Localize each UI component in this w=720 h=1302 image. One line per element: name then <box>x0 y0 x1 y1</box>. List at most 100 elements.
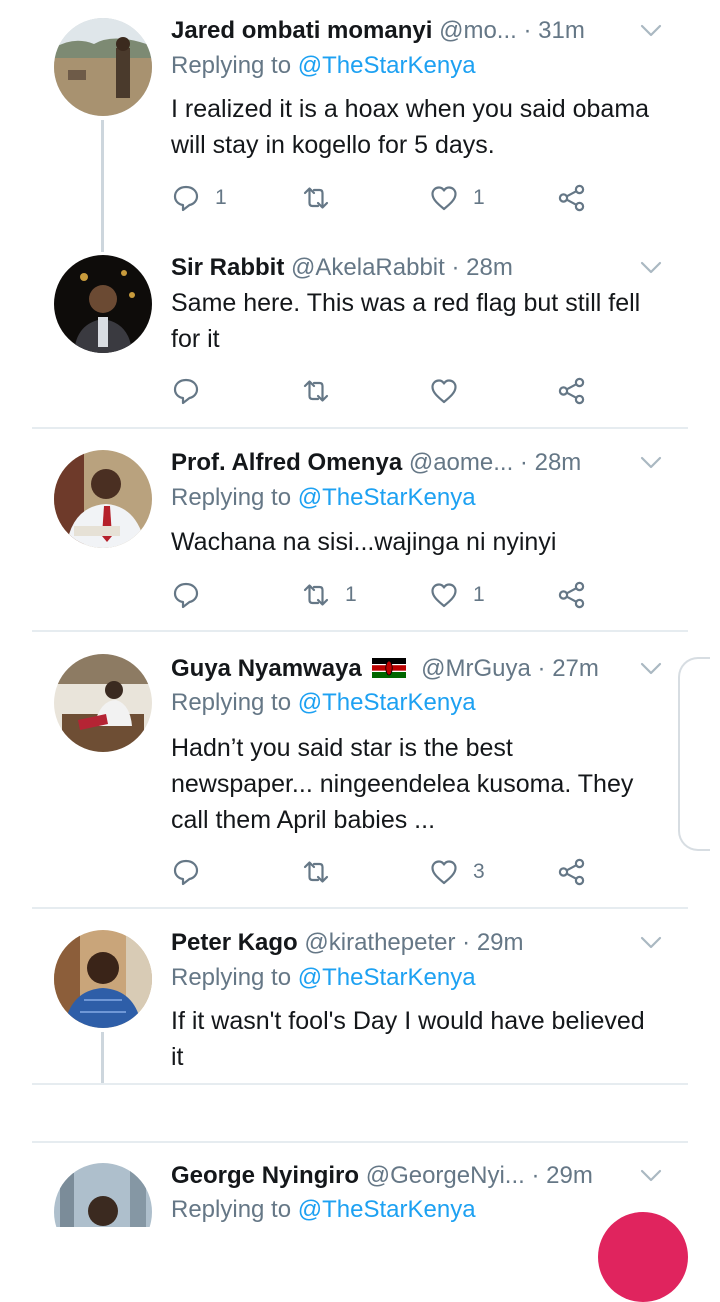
chevron-down-icon[interactable] <box>640 24 662 38</box>
username[interactable]: @MrGuya <box>421 655 531 682</box>
display-name[interactable]: George Nyingiro <box>171 1162 359 1189</box>
chevron-down-icon[interactable] <box>640 261 662 275</box>
tweet-header: George Nyingiro @GeorgeNyi... · 29m <box>171 1159 593 1193</box>
like-icon <box>429 580 459 610</box>
like-button[interactable]: 1 <box>429 578 485 612</box>
avatar[interactable] <box>54 18 152 116</box>
username[interactable]: @AkelaRabbit <box>291 254 445 281</box>
tweet-actions: 1 1 <box>171 578 611 612</box>
separator-dot: · <box>451 254 467 281</box>
tweet[interactable]: Peter Kago @kirathepeter · 29m Replying … <box>0 926 720 1076</box>
reply-icon <box>171 183 201 213</box>
timestamp[interactable]: 29m <box>477 929 524 956</box>
tweet-header: Peter Kago @kirathepeter · 29m <box>171 926 524 960</box>
replying-to: Replying to @TheStarKenya <box>171 689 476 717</box>
username[interactable]: @kirathepeter <box>304 929 455 956</box>
replying-to: Replying to @TheStarKenya <box>171 1196 476 1224</box>
chevron-down-icon[interactable] <box>640 456 662 470</box>
display-name[interactable]: Prof. Alfred Omenya <box>171 449 402 476</box>
timestamp[interactable]: 29m <box>546 1162 593 1189</box>
replying-to-mention[interactable]: @TheStarKenya <box>298 1196 476 1223</box>
display-name[interactable]: Sir Rabbit <box>171 254 284 281</box>
share-button[interactable] <box>557 374 587 408</box>
replying-to-mention[interactable]: @TheStarKenya <box>298 484 476 511</box>
reply-button[interactable] <box>171 578 215 612</box>
tweet[interactable]: Guya Nyamwaya @MrGuya · 27m Replying to … <box>0 652 720 892</box>
timestamp[interactable]: 28m <box>466 254 513 281</box>
display-name[interactable]: Jared ombati momanyi <box>171 17 432 44</box>
retweet-icon <box>301 857 331 887</box>
reply-icon <box>171 580 201 610</box>
tweet-actions: 3 <box>171 855 611 889</box>
tweet-header: Jared ombati momanyi @mo... · 31m <box>171 14 585 48</box>
tweet-actions <box>171 374 611 408</box>
retweet-button[interactable] <box>301 374 345 408</box>
like-count: 1 <box>473 583 485 606</box>
replying-to-mention[interactable]: @TheStarKenya <box>298 52 476 79</box>
retweet-count: 1 <box>345 583 357 606</box>
retweet-button[interactable] <box>301 855 345 889</box>
divider <box>32 1083 688 1085</box>
separator-dot: · <box>519 449 535 476</box>
scrollbar[interactable] <box>678 657 710 851</box>
share-icon <box>557 580 587 610</box>
share-button[interactable] <box>557 181 587 215</box>
share-icon <box>557 376 587 406</box>
compose-tweet-button[interactable] <box>598 1212 688 1302</box>
tweet-text: If it wasn't fool's Day I would have bel… <box>171 1007 645 1071</box>
replying-to-mention[interactable]: @TheStarKenya <box>298 964 476 991</box>
tweet[interactable]: George Nyingiro @GeorgeNyi... · 29m Repl… <box>0 1159 720 1227</box>
replying-to-mention[interactable]: @TheStarKenya <box>298 689 476 716</box>
like-button[interactable]: 3 <box>429 855 485 889</box>
reply-button[interactable] <box>171 855 215 889</box>
separator-dot: · <box>531 1162 547 1189</box>
avatar[interactable] <box>54 450 152 548</box>
timestamp[interactable]: 31m <box>538 17 585 44</box>
timestamp[interactable]: 27m <box>552 655 599 682</box>
like-button[interactable] <box>429 374 473 408</box>
retweet-button[interactable] <box>301 181 345 215</box>
share-button[interactable] <box>557 578 587 612</box>
reply-count: 1 <box>215 186 227 209</box>
retweet-icon <box>301 376 331 406</box>
chevron-down-icon[interactable] <box>640 936 662 950</box>
username[interactable]: @mo... <box>439 17 517 44</box>
timestamp[interactable]: 28m <box>535 449 582 476</box>
avatar[interactable] <box>54 930 152 1028</box>
chevron-down-icon[interactable] <box>640 662 662 676</box>
reply-button[interactable]: 1 <box>171 181 227 215</box>
avatar[interactable] <box>54 255 152 353</box>
tweet-header: Guya Nyamwaya @MrGuya · 27m <box>171 652 599 686</box>
avatar[interactable] <box>54 1163 152 1227</box>
replying-to-label: Replying to <box>171 689 298 716</box>
username[interactable]: @aome... <box>409 449 513 476</box>
like-count: 3 <box>473 860 485 883</box>
reply-icon <box>171 376 201 406</box>
chevron-down-icon[interactable] <box>640 1169 662 1183</box>
divider <box>32 427 688 429</box>
tweet-actions: 1 1 <box>171 181 611 215</box>
replying-to: Replying to @TheStarKenya <box>171 964 476 992</box>
replying-to: Replying to @TheStarKenya <box>171 52 476 80</box>
tweet-text: Same here. This was a red flag but still… <box>171 289 641 353</box>
tweet-text: I realized it is a hoax when you said ob… <box>171 95 650 159</box>
divider <box>32 630 688 632</box>
avatar[interactable] <box>54 654 152 752</box>
display-name[interactable]: Guya Nyamwaya <box>171 655 362 682</box>
retweet-icon <box>301 183 331 213</box>
username[interactable]: @GeorgeNyi... <box>366 1162 525 1189</box>
like-icon <box>429 857 459 887</box>
reply-button[interactable] <box>171 374 215 408</box>
share-button[interactable] <box>557 855 587 889</box>
like-button[interactable]: 1 <box>429 181 485 215</box>
retweet-button[interactable]: 1 <box>301 578 357 612</box>
kenya-flag-icon <box>372 658 407 678</box>
tweet[interactable]: Jared ombati momanyi @mo... · 31m Replyi… <box>0 14 720 229</box>
replying-to-label: Replying to <box>171 52 298 79</box>
tweet[interactable]: Sir Rabbit @AkelaRabbit · 28m Same here.… <box>0 251 720 421</box>
display-name[interactable]: Peter Kago <box>171 929 298 956</box>
tweet[interactable]: Prof. Alfred Omenya @aome... · 28m Reply… <box>0 446 720 616</box>
tweet-text: Wachana na sisi...wajinga ni nyinyi <box>171 528 557 556</box>
replying-to-label: Replying to <box>171 1196 298 1223</box>
separator-dot: · <box>523 17 539 44</box>
